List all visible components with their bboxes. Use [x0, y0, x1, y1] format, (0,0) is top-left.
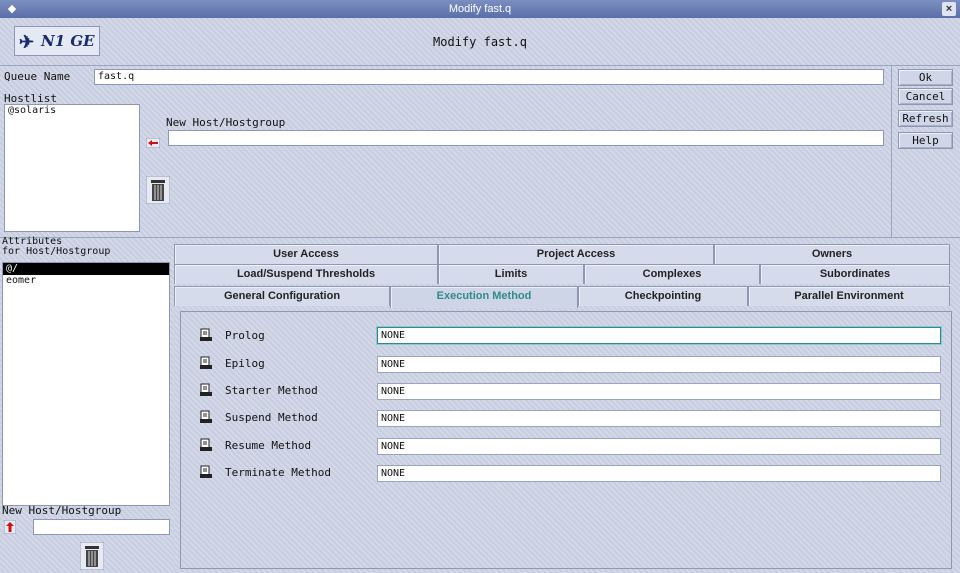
- prolog-label: Prolog: [225, 329, 265, 342]
- attributes-new-host-label: New Host/Hostgroup: [2, 504, 122, 517]
- add-arrow-icon[interactable]: [145, 137, 161, 149]
- tab-complexes[interactable]: Complexes: [584, 264, 760, 284]
- tab-general-configuration[interactable]: General Configuration: [174, 286, 390, 306]
- new-host-input[interactable]: [168, 130, 884, 146]
- epilog-label: Epilog: [225, 357, 265, 370]
- tab-subordinates[interactable]: Subordinates: [760, 264, 950, 284]
- attributes-label-line2: for Host/Hostgroup: [2, 246, 111, 257]
- trash-icon[interactable]: [79, 541, 105, 571]
- new-host-label: New Host/Hostgroup: [166, 116, 286, 129]
- window-title: Modify fast.q: [448, 3, 512, 15]
- trash-icon[interactable]: [145, 175, 171, 205]
- tab-load-suspend-thresholds[interactable]: Load/Suspend Thresholds: [174, 264, 438, 284]
- suspend-method-label: Suspend Method: [225, 411, 318, 424]
- hostlist-listbox[interactable]: @solaris: [4, 104, 140, 232]
- attributes-host-listbox[interactable]: @/ eomer: [2, 262, 170, 506]
- attributes-tabs-panel: User Access Project Access Owners Load/S…: [174, 238, 960, 573]
- attributes-panel: Attributes for Host/Hostgroup @/ eomer N…: [0, 237, 174, 573]
- add-arrow-icon[interactable]: [3, 519, 17, 535]
- header: ✈ N1 GE Modify fast.q: [0, 18, 960, 66]
- tab-owners[interactable]: Owners: [714, 244, 950, 264]
- terminate-method-input[interactable]: NONE: [377, 465, 941, 482]
- prolog-input[interactable]: NONE: [377, 327, 941, 344]
- suspend-method-input[interactable]: NONE: [377, 410, 941, 427]
- help-button[interactable]: Help: [898, 132, 953, 149]
- action-buttons: Ok Cancel Refresh Help: [892, 66, 960, 238]
- attributes-new-host-input[interactable]: [33, 519, 170, 535]
- starter-method-input[interactable]: NONE: [377, 383, 941, 400]
- tab-user-access[interactable]: User Access: [174, 244, 438, 264]
- tab-execution-method[interactable]: Execution Method: [390, 286, 578, 308]
- starter-method-label: Starter Method: [225, 384, 318, 397]
- window-titlebar: ◆ Modify fast.q ×: [0, 0, 960, 18]
- queue-host-section: Queue Name fast.q Hostlist @solaris New …: [0, 66, 892, 238]
- tab-project-access[interactable]: Project Access: [438, 244, 714, 264]
- window-menu-icon[interactable]: ◆: [6, 3, 18, 15]
- tab-checkpointing[interactable]: Checkpointing: [578, 286, 748, 306]
- tab-limits[interactable]: Limits: [438, 264, 584, 284]
- file-picker-icon[interactable]: [199, 356, 213, 370]
- resume-method-input[interactable]: NONE: [377, 438, 941, 455]
- file-picker-icon[interactable]: [199, 438, 213, 452]
- list-item-selected[interactable]: @/: [3, 263, 169, 275]
- epilog-input[interactable]: NONE: [377, 356, 941, 373]
- ok-button[interactable]: Ok: [898, 69, 953, 86]
- list-item[interactable]: eomer: [3, 275, 169, 287]
- tab-parallel-environment[interactable]: Parallel Environment: [748, 286, 950, 306]
- terminate-method-label: Terminate Method: [225, 466, 331, 479]
- execution-method-content: Prolog NONE Epilog NONE Starter Method N…: [180, 311, 952, 569]
- file-picker-icon[interactable]: [199, 410, 213, 424]
- file-picker-icon[interactable]: [199, 328, 213, 342]
- file-picker-icon[interactable]: [199, 383, 213, 397]
- file-picker-icon[interactable]: [199, 465, 213, 479]
- queue-name-label: Queue Name: [4, 70, 71, 83]
- queue-name-input[interactable]: fast.q: [94, 69, 884, 85]
- close-icon[interactable]: ×: [942, 2, 956, 16]
- cancel-button[interactable]: Cancel: [898, 88, 953, 105]
- page-title: Modify fast.q: [433, 35, 527, 49]
- resume-method-label: Resume Method: [225, 439, 312, 452]
- list-item[interactable]: @solaris: [5, 105, 139, 117]
- refresh-button[interactable]: Refresh: [898, 110, 953, 127]
